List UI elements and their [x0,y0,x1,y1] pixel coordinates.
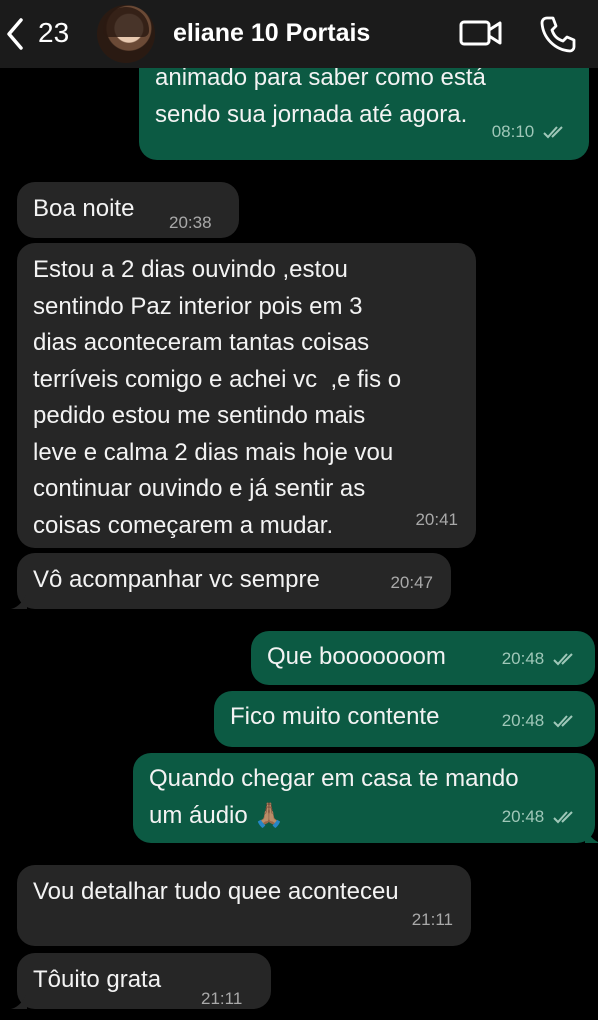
read-ticks-icon [553,811,573,824]
message-text: Fico muito contente [230,703,440,730]
read-ticks-icon [553,653,573,666]
message-bubble-outgoing[interactable]: Quando chegar em casa te mando um áudio … [133,753,598,843]
contact-name[interactable]: eliane 10 Portais [173,19,370,48]
message-meta: 20:48 [502,799,577,836]
bubble-tail [585,827,598,843]
message-meta: 20:48 [502,641,577,678]
message-time: 21:11 [411,909,453,929]
message-meta: 20:48 [502,703,577,740]
message-meta: 08:10 [492,114,567,151]
bubble-tail [11,593,27,609]
message-text: Vô acompanhar vc sempre [33,566,320,593]
phone-call-icon[interactable] [538,14,578,54]
message-text: Estou a 2 dias ouvindo ,estou sentindo P… [33,256,402,539]
message-bubble-incoming[interactable]: Estou a 2 dias ouvindo ,estou sentindo P… [17,243,476,548]
message-time: 20:41 [415,509,458,529]
message-text: Vou detalhar tudo quee aconteceu [33,878,399,905]
message-bubble-incoming[interactable]: Boa noite 20:38 [17,182,239,238]
message-time: 20:48 [501,806,545,826]
message-bubble-incoming[interactable]: Vô acompanhar vc sempre 20:47 [11,553,451,609]
chevron-left-icon[interactable] [4,16,26,52]
read-ticks-icon [553,715,573,728]
message-time: 20:48 [501,710,545,730]
unread-count[interactable]: 23 [38,17,69,49]
bubble-tail [11,993,27,1009]
message-time: 08:10 [491,121,535,141]
avatar[interactable] [97,5,155,63]
message-time: 20:48 [501,648,545,668]
chat-header: 23 eliane 10 Portais [0,0,598,68]
message-bubble-incoming[interactable]: Vou detalhar tudo quee aconteceu 21:11 [17,865,471,946]
video-call-icon[interactable] [458,14,504,52]
message-bubble-outgoing[interactable]: Fico muito contente 20:48 [214,691,595,747]
message-time: 20:38 [169,213,212,232]
message-time: 20:47 [390,572,433,592]
message-text: Tôuito grata [33,966,162,993]
read-ticks-icon [543,126,563,139]
message-time: 21:11 [201,989,243,1008]
message-text: Boa noite [33,195,135,222]
message-bubble-incoming[interactable]: Tôuito grata 21:11 [11,953,271,1009]
message-bubble-outgoing[interactable]: Que booooooom 20:48 [251,631,595,685]
message-text: Que booooooom [267,643,446,670]
